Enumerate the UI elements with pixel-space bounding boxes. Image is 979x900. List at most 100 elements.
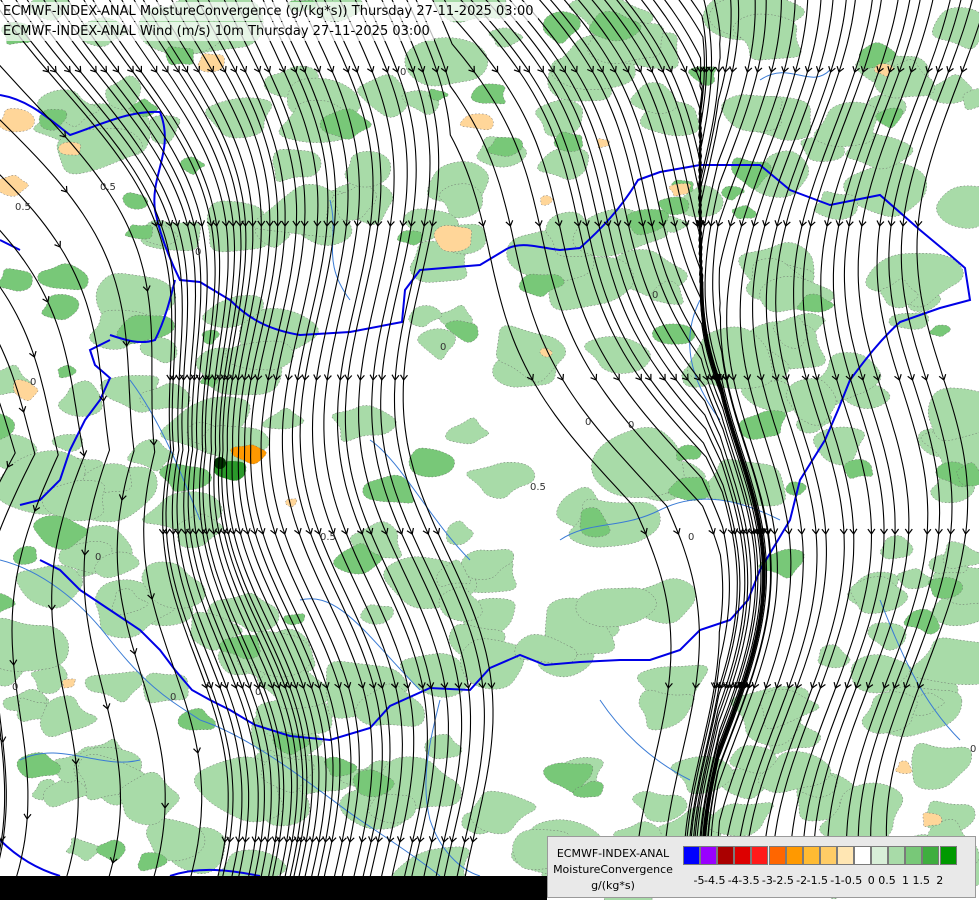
convergence-area: [466, 461, 536, 499]
convergence-area: [928, 324, 951, 337]
convergence-area: [417, 328, 456, 360]
contour-label: 0.5: [100, 182, 116, 193]
convergence-area: [936, 185, 979, 229]
convergence-area: [909, 637, 979, 685]
convergence-area: [12, 545, 38, 565]
contour-label: 0: [652, 290, 658, 301]
convergence-area: [707, 802, 774, 837]
convergence-area: [122, 192, 149, 210]
wind-arrow: [523, 65, 530, 73]
contour-label: 0: [585, 417, 591, 428]
divergence-area: [540, 195, 553, 206]
convergence-area: [41, 294, 80, 321]
colorbar-legend: ECMWF-INDEX-ANAL MoistureConvergence g/(…: [547, 836, 976, 898]
legend-swatch: [768, 846, 786, 865]
legend-tick-label: -4: [727, 874, 739, 887]
wind-arrow: [644, 373, 652, 381]
contour-label: 0: [195, 247, 201, 258]
legend-swatch: [854, 846, 871, 865]
convergence-area: [137, 852, 168, 872]
convergence-area: [0, 268, 33, 292]
divergence-area: [0, 174, 29, 197]
legend-tick-label: -2.5: [772, 874, 794, 887]
convergence-area: [460, 638, 525, 690]
contour-label: 0: [628, 420, 634, 431]
convergence-area: [408, 305, 442, 328]
wind-arrow: [635, 373, 642, 381]
legend-swatch: [819, 846, 837, 865]
contour-label: 0: [970, 744, 976, 755]
convergence-area: [911, 743, 972, 790]
contour-label: 0: [688, 532, 694, 543]
convergence-area: [638, 689, 695, 731]
chart-title-moisture: ECMWF-INDEX-ANAL MoistureConvergence (g/…: [0, 2, 538, 21]
streamline: [0, 712, 7, 859]
convergence-area: [124, 224, 153, 240]
legend-tick-label: -0.5: [840, 874, 863, 887]
wind-arrow: [161, 65, 169, 73]
convergence-area: [535, 99, 583, 138]
convergence-area: [542, 11, 581, 44]
legend-swatch: [905, 846, 923, 865]
divergence-area: [58, 141, 81, 156]
legend-tick-label: -1: [830, 874, 842, 887]
convergence-area: [721, 94, 783, 133]
wind-arrow: [150, 65, 158, 73]
divergence-area: [895, 760, 913, 774]
legend-swatch: [700, 846, 718, 865]
contour-label: 0: [30, 377, 36, 388]
border-line: [0, 839, 61, 877]
wind-arrow: [537, 65, 544, 73]
convergence-area: [927, 387, 979, 441]
convergence-area: [575, 587, 657, 628]
convergence-area: [252, 184, 334, 238]
convergence-area: [205, 97, 273, 139]
contour-label: 0: [440, 342, 446, 353]
convergence-area: [283, 613, 306, 626]
legend-tick-label: 2: [936, 874, 944, 887]
legend-swatch: [871, 846, 889, 865]
convergence-area: [84, 671, 144, 703]
convergence-core: [214, 457, 226, 469]
convergence-area: [15, 564, 83, 609]
legend-swatch: [717, 846, 735, 865]
legend-swatch: [888, 846, 906, 865]
convergence-area: [408, 447, 455, 478]
legend-variable: MoistureConvergence: [553, 863, 673, 876]
convergence-area: [404, 37, 489, 87]
convergence-area: [470, 83, 506, 105]
divergence-area: [459, 113, 494, 131]
legend-tick-label: 0: [867, 874, 875, 887]
convergence-area: [177, 708, 216, 731]
legend-swatch: [751, 846, 769, 865]
legend-units: g/(kg*s): [591, 879, 635, 892]
wind-arrow: [613, 373, 620, 381]
legend-swatch: [939, 846, 957, 865]
convergence-area: [57, 365, 77, 379]
legend-swatch: [922, 846, 940, 865]
convergence-area: [469, 790, 537, 835]
convergence-area: [58, 380, 103, 417]
contour-label: 0: [255, 687, 261, 698]
convergence-area: [445, 417, 490, 445]
convergence-area: [360, 604, 394, 625]
weather-map: 0.50.50000000000.50.50000: [0, 0, 979, 900]
contour-label: 0.5: [530, 482, 546, 493]
convergence-area: [16, 752, 61, 779]
legend-tick-label: -1.5: [806, 874, 829, 887]
convergence-area: [632, 791, 688, 823]
legend-tick-label: -4.5: [704, 874, 726, 887]
convergence-area: [331, 405, 397, 442]
convergence-area: [932, 7, 979, 50]
contour-label: 0: [12, 682, 18, 693]
contour-label: 0.5: [320, 532, 336, 543]
convergence-area: [843, 459, 874, 479]
legend-tick-label: -3.5: [738, 874, 760, 887]
chart-title-wind: ECMWF-INDEX-ANAL Wind (m/s) 10m Thursday…: [0, 22, 434, 41]
wind-arrow: [513, 65, 521, 73]
convergence-area: [0, 617, 69, 672]
contour-label: 0.5: [15, 202, 31, 213]
legend-tick-label: -3: [761, 874, 773, 887]
legend-tick-label: 1.5: [912, 874, 931, 887]
legend-model: ECMWF-INDEX-ANAL: [556, 847, 670, 860]
